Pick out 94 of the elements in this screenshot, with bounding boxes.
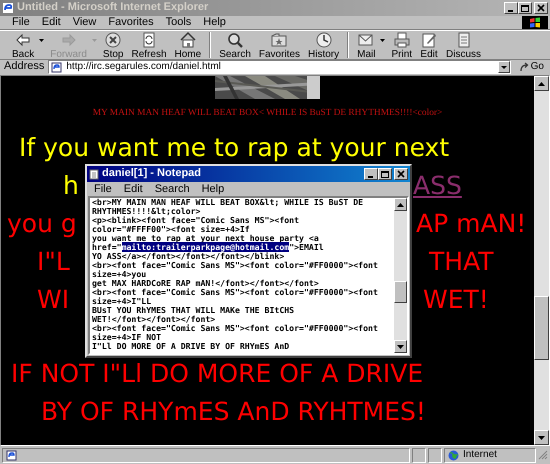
toolbar-button[interactable]: Edit: [416, 30, 442, 60]
caret-icon: [92, 38, 97, 42]
scroll-down-icon: [397, 344, 404, 348]
code-line: <br><font face="Comic Sans MS"><font color="#FF0000"><font: [92, 288, 379, 297]
page-text: IF NOT I"Ll DO MORE OF A DRIVE: [11, 359, 424, 390]
browser-icon: [2, 2, 14, 14]
menu-item[interactable]: Edit: [118, 182, 149, 196]
zone-label: Internet: [463, 449, 497, 461]
logo-icon: [522, 16, 548, 29]
clock-icon: [314, 30, 333, 48]
scroll-up-icon: [397, 202, 404, 206]
toolbar-button[interactable]: Print: [387, 30, 416, 60]
page-text: you g: [7, 209, 77, 240]
search-icon: [226, 30, 244, 48]
go-button[interactable]: Go: [514, 61, 548, 73]
close-button[interactable]: [534, 2, 548, 14]
toolbar-button[interactable]: Discuss: [442, 30, 486, 60]
close-icon: [536, 4, 546, 12]
scrollbar[interactable]: [534, 76, 549, 445]
menu-item[interactable]: Tools: [160, 16, 198, 29]
code-line: RHYTHMES!!!!&lt;color>: [92, 207, 202, 216]
menu-item[interactable]: Help: [197, 16, 232, 29]
text-area[interactable]: [88, 196, 409, 355]
status-panel: [428, 448, 442, 462]
scroll-thumb[interactable]: [534, 296, 549, 360]
status-panel: [412, 448, 426, 462]
scroll-thumb[interactable]: [394, 281, 407, 303]
code-line: <p><blink><font face="Comic Sans MS"><font: [92, 216, 300, 225]
address-label: Address: [4, 60, 44, 74]
maximize-button[interactable]: [378, 168, 392, 180]
address-field[interactable]: http://irc.segarules.com/daniel.html: [48, 60, 511, 74]
code-line: size=+4>IF NOT: [92, 333, 162, 342]
code-line: size=+4>I"LL: [92, 297, 152, 306]
page-text: h: [63, 171, 79, 202]
code-line: <br>MY MAIN MAN HEAF WILL BEAT BOX&lt; WHILE IS BuST DE: [92, 198, 364, 207]
close-icon: [396, 170, 406, 178]
scroll-up-icon: [538, 82, 545, 86]
menu-item[interactable]: File: [6, 16, 36, 29]
toolbar-button[interactable]: History: [304, 30, 344, 60]
window-title: daniel[1] - Notepad: [102, 167, 202, 181]
toolbar-button[interactable]: Stop: [98, 30, 128, 60]
go-arrow-icon: [518, 62, 529, 72]
scrollbar[interactable]: [394, 198, 407, 353]
minimize-button[interactable]: [364, 168, 378, 180]
code-line: YO ASS</a></font></font></font></blink>: [92, 252, 284, 261]
menu-item[interactable]: Search: [148, 182, 196, 196]
code-line: get MAX HARDCoRE RAP mAN!</font></font></font>: [92, 279, 320, 288]
caret-icon: [380, 38, 386, 42]
menu-item[interactable]: File: [88, 182, 118, 196]
toolbar-button[interactable]: Home: [170, 30, 206, 60]
resize-grip-icon: [538, 450, 548, 460]
code-line: size=+4>you: [92, 270, 148, 279]
notepad-icon: [89, 168, 99, 180]
menu-item[interactable]: Favorites: [102, 16, 160, 29]
dropdown-arrow-icon: [500, 66, 507, 68]
menu-item[interactable]: Edit: [36, 16, 67, 29]
menu-item[interactable]: Help: [196, 182, 230, 196]
page-text: If you want me to rap at your next: [19, 133, 450, 164]
page-icon: [6, 450, 17, 460]
page-caption: MY MAIN MAN HEAF WILL BEAT BOX< WHILE IS BuST DE RHYTHMES!!!!<color>: [92, 108, 444, 120]
close-button[interactable]: [394, 168, 408, 180]
page-text: BY OF RHYmES AnD RYHTMES!: [41, 397, 426, 428]
stop-icon: [104, 30, 122, 48]
window-title: Untitled - Microsoft Internet Explorer: [17, 1, 208, 15]
code-line: I"Ll DO MORE OF A DRIVE BY OF RHYmES AnD: [92, 342, 290, 351]
menu-item[interactable]: View: [66, 16, 102, 29]
code-line: color="#FFFF00"><font size=+4>If: [92, 225, 250, 234]
maximize-icon: [520, 4, 530, 12]
code-line: href="mailto:trailerparkpage@hotmail.com">EMAIl: [92, 243, 325, 252]
toolbar-button[interactable]: Favorites: [254, 30, 304, 60]
maximize-button[interactable]: [518, 2, 532, 14]
globe-icon: [448, 450, 459, 460]
toolbar-button[interactable]: Mail: [353, 30, 388, 60]
minimize-button[interactable]: [504, 2, 518, 14]
code-line: <br><font face="Comic Sans MS"><font color="#FF0000"><font: [92, 261, 379, 270]
page-text: WET!: [423, 285, 489, 316]
code-line: you want me to rap at your next house party <a: [92, 234, 320, 243]
page-text: I"L: [37, 247, 70, 278]
code-line: WET!</font></font></font>: [92, 315, 216, 324]
code-line: BUsT YOU RhYMES THAT WILL MAKe THE BItCHS: [92, 306, 296, 315]
page-text: WI: [37, 285, 70, 316]
page-text: AP mAN!: [416, 209, 526, 240]
page-icon: [51, 62, 62, 72]
caret-icon: [39, 38, 44, 42]
edit-icon: [420, 30, 438, 48]
page-text: THAT: [429, 247, 494, 278]
scroll-down-icon: [538, 436, 545, 440]
dropdown-button[interactable]: [498, 61, 510, 73]
maximize-icon: [380, 170, 390, 178]
toolbar-button[interactable]: Back: [8, 30, 46, 60]
code-line: <br><font face="Comic Sans MS"><font color="#FF0000"><font: [92, 324, 379, 333]
toolbar-button[interactable]: Search: [215, 30, 255, 60]
toolbar-button[interactable]: Refresh: [128, 30, 171, 60]
folder-star-icon: [270, 30, 288, 48]
